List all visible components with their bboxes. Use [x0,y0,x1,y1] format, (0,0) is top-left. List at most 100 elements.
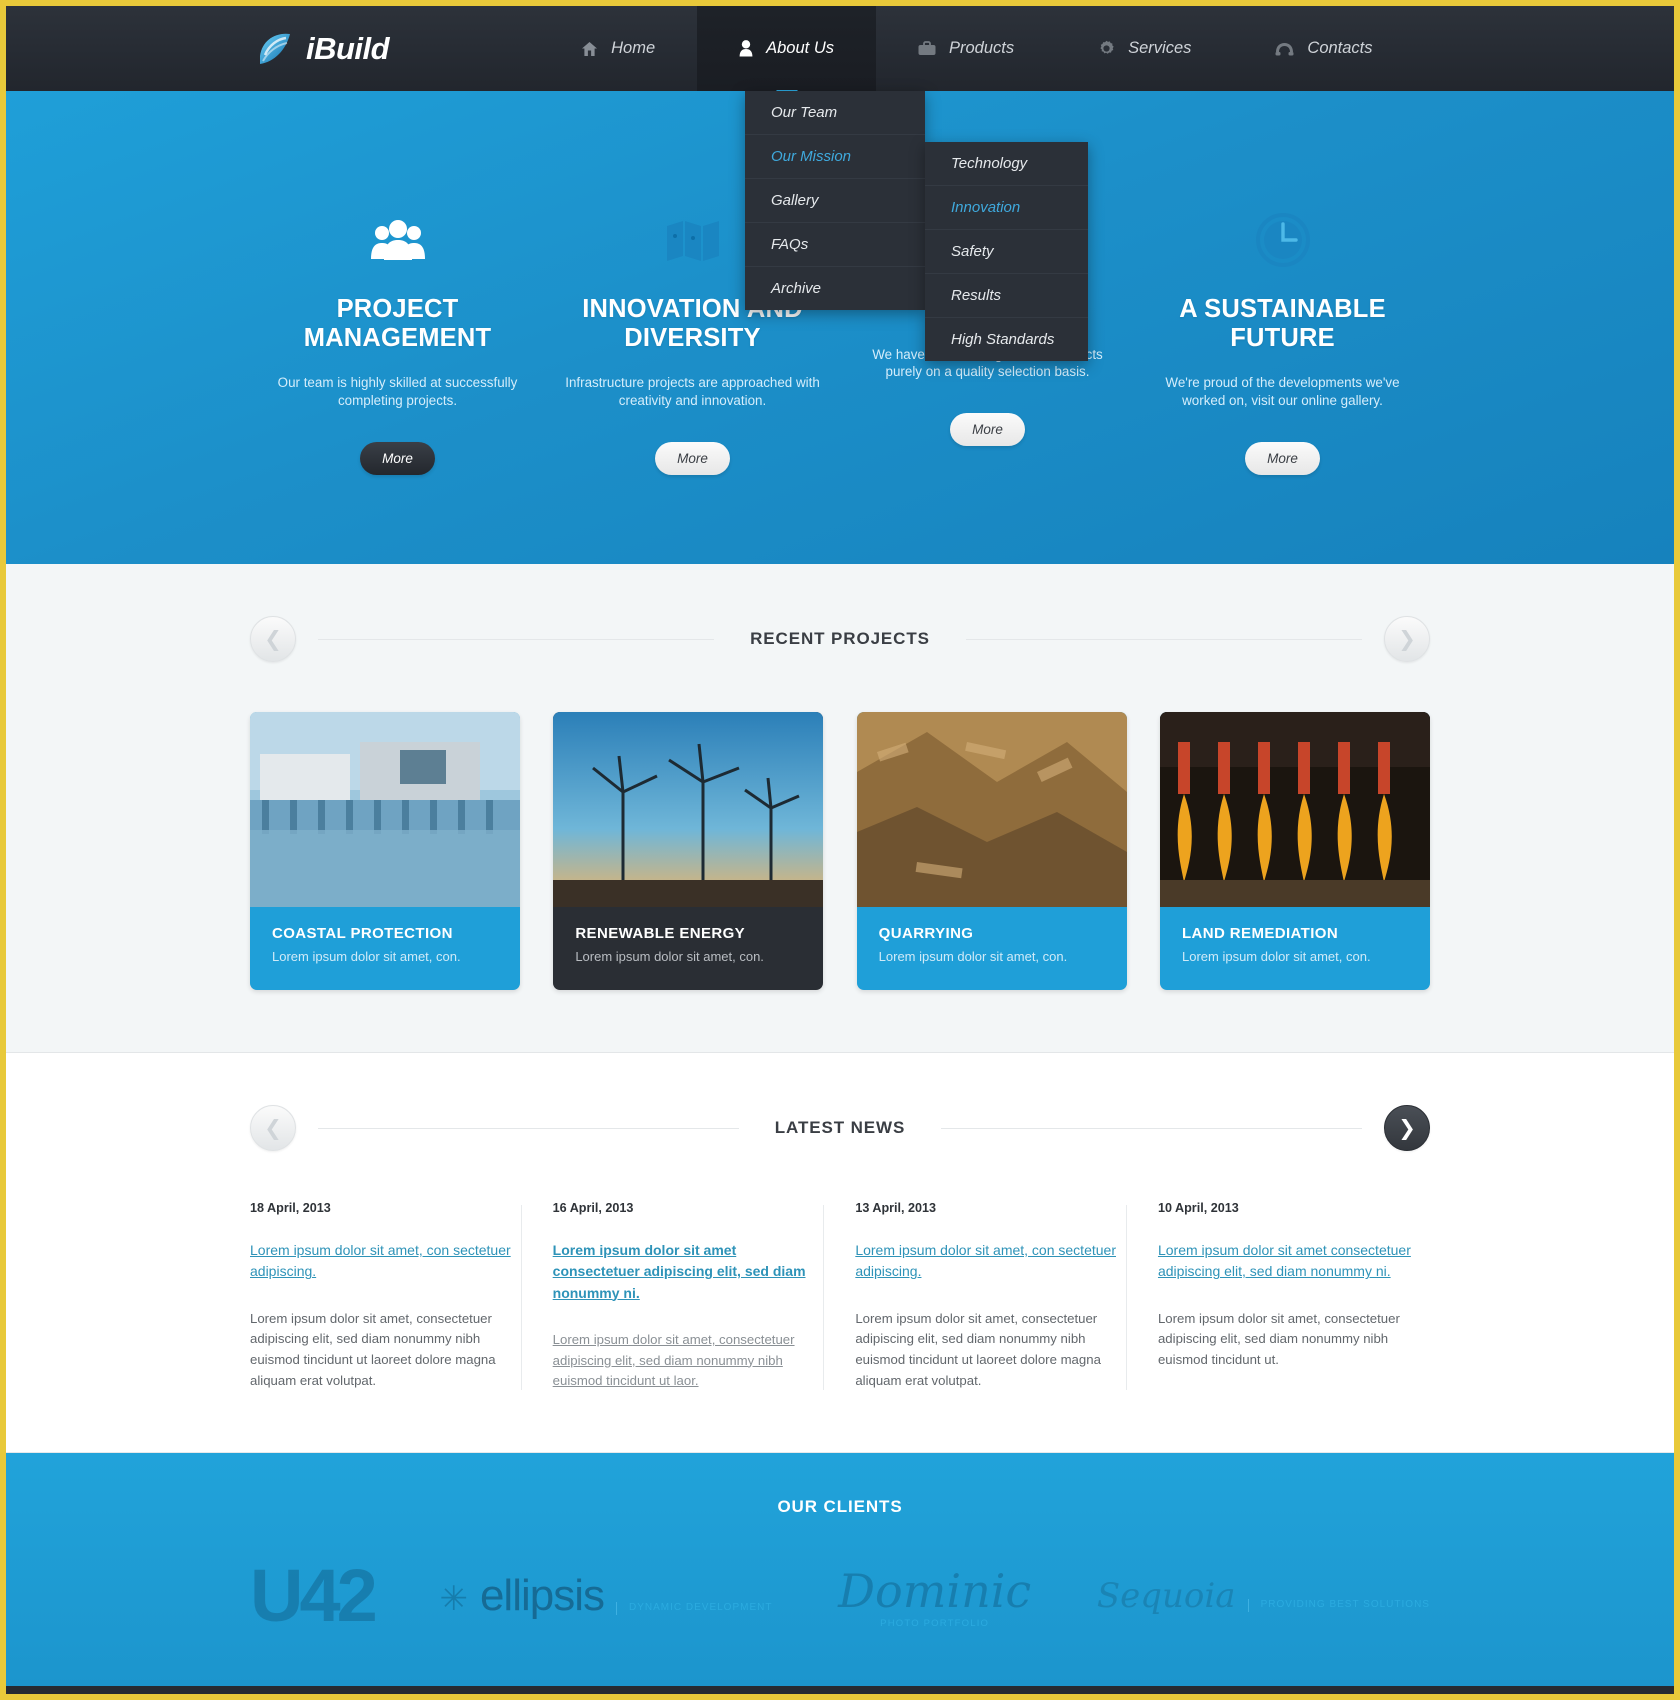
news-headline-link[interactable]: Lorem ipsum dolor sit amet consectetuer … [553,1240,825,1304]
client-name: Dominic [838,1563,1032,1618]
project-thumbnail [250,712,520,907]
news-item: 18 April, 2013 Lorem ipsum dolor sit ame… [250,1201,522,1392]
client-logo-ellipsis[interactable]: ✳ ellipsis DYNAMIC DEVELOPMENT [439,1571,772,1621]
page-title: LATEST NEWS [774,1118,906,1137]
dropdown-item-faqs[interactable]: FAQs [745,223,925,267]
phone-icon [1275,42,1294,56]
hero-description: We're proud of the developments we've wo… [1165,375,1400,408]
more-button[interactable]: More [360,441,435,475]
page-title: RECENT PROJECTS [750,629,930,648]
site-header: iBuild Home About Us Products Services C… [6,6,1674,101]
submenu-item-safety[interactable]: Safety [925,230,1088,274]
dropdown-item-our-team[interactable]: Our Team [745,91,925,135]
dropdown-item-gallery[interactable]: Gallery [745,179,925,223]
more-button[interactable]: More [1245,441,1320,475]
hero-title: PROJECT MANAGEMENT [303,295,492,352]
project-thumbnail [1159,712,1430,907]
news-body: Lorem ipsum dolor sit amet, consectetuer… [855,1310,1101,1388]
submenu-item-technology[interactable]: Technology [925,142,1088,186]
page-root: iBuild Home About Us Products Services C… [0,0,1680,1700]
chevron-right-icon[interactable]: ❯ [1384,616,1430,662]
client-logos: U42 ✳ ellipsis DYNAMIC DEVELOPMENT Domin… [240,1553,1440,1637]
latest-news-section: ❮ LATEST NEWS ❯ 18 April, 2013 Lorem ips… [6,1053,1674,1453]
our-clients-section: OUR CLIENTS U42 ✳ ellipsis DYNAMIC DEVEL… [6,1452,1674,1686]
projects-cards: COASTAL PROTECTION Lorem ipsum dolor sit… [250,712,1430,990]
hero-description: Our team is highly skilled at successful… [277,375,518,408]
more-button[interactable]: More [950,413,1025,447]
news-headline-link[interactable]: Lorem ipsum dolor sit amet, con sectetue… [250,1240,522,1283]
logo-text: iBuild [306,30,390,66]
site-footer: www.heritagechristiancollege.com iBuild … [6,1685,1674,1694]
hero-title: A SUSTAINABLE FUTURE [1179,295,1386,352]
project-title: COASTAL PROTECTION [272,925,453,942]
project-subtitle: Lorem ipsum dolor sit amet, con. [1181,949,1371,964]
section-title: OUR CLIENTS [777,1496,903,1516]
chevron-left-icon[interactable]: ❮ [250,1105,296,1151]
submenu-item-innovation[interactable]: Innovation [925,186,1088,230]
nav-item-contacts[interactable]: Contacts [1233,6,1414,91]
news-body: Lorem ipsum dolor sit amet, consectetuer… [250,1310,496,1388]
client-tagline: PROVIDING BEST SOLUTIONS [1247,1599,1430,1612]
client-logo-sequoia[interactable]: Sequoia PROVIDING BEST SOLUTIONS [1097,1576,1430,1616]
nav-label: Contacts [1307,39,1373,57]
user-icon [739,40,753,57]
hero-column-project-management: PROJECT MANAGEMENT Our team is highly sk… [250,211,545,475]
about-us-dropdown: Our Team Our Mission Gallery FAQs Archiv… [745,91,925,310]
dropdown-item-archive[interactable]: Archive [745,267,925,310]
client-logo-u42[interactable]: U42 [250,1553,378,1637]
project-subtitle: Lorem ipsum dolor sit amet, con. [575,949,764,964]
project-card-renewable-energy[interactable]: RENEWABLE ENERGY Lorem ipsum dolor sit a… [553,712,824,990]
divider [965,638,1362,640]
project-card-land-remediation[interactable]: LAND REMEDIATION Lorem ipsum dolor sit a… [1159,712,1430,990]
project-subtitle: Lorem ipsum dolor sit amet, con. [272,949,461,964]
news-item: 10 April, 2013 Lorem ipsum dolor sit ame… [1125,1201,1430,1392]
hero-column-sustainable-future: A SUSTAINABLE FUTURE We're proud of the … [1135,211,1430,475]
swoosh-logo-icon [256,30,294,68]
project-title: LAND REMEDIATION [1181,925,1339,942]
client-tagline: DYNAMIC DEVELOPMENT [616,1602,772,1615]
project-subtitle: Lorem ipsum dolor sit amet, con. [878,949,1068,964]
client-tagline: PHOTO PORTFOLIO [880,1617,990,1629]
news-item: 13 April, 2013 Lorem ipsum dolor sit ame… [823,1201,1127,1392]
project-title: QUARRYING [878,925,974,942]
client-logo-dominic[interactable]: Dominic PHOTO PORTFOLIO [838,1564,1031,1629]
divider [941,1127,1363,1129]
projects-header: ❮ RECENT PROJECTS ❯ [250,616,1430,662]
client-name: U42 [250,1553,378,1637]
hero-description: Infrastructure projects are approached w… [565,375,820,408]
nav-item-about-us[interactable]: About Us [697,6,876,101]
chevron-left-icon[interactable]: ❮ [250,616,296,662]
recent-projects-section: ❮ RECENT PROJECTS ❯ COASTAL PROTECTION L… [6,564,1674,1053]
project-thumbnail [553,712,824,907]
project-card-coastal-protection[interactable]: COASTAL PROTECTION Lorem ipsum dolor sit… [250,712,520,990]
more-button[interactable]: More [655,441,730,475]
news-date: 16 April, 2013 [552,1201,634,1215]
news-body: Lorem ipsum dolor sit amet, consectetuer… [1157,1310,1400,1367]
submenu-item-high-standards[interactable]: High Standards [925,318,1088,361]
news-date: 13 April, 2013 [855,1201,937,1215]
dropdown-item-our-mission[interactable]: Our Mission [745,135,925,179]
news-body[interactable]: Lorem ipsum dolor sit amet, consectetuer… [553,1330,825,1392]
nav-label: Services [1128,39,1192,57]
project-title: RENEWABLE ENERGY [575,925,746,942]
nav-item-products[interactable]: Products [876,6,1056,91]
people-group-icon [268,211,527,269]
nav-item-services[interactable]: Services [1056,6,1233,91]
project-card-quarrying[interactable]: QUARRYING Lorem ipsum dolor sit amet, co… [856,712,1127,990]
news-list: 18 April, 2013 Lorem ipsum dolor sit ame… [250,1201,1430,1392]
news-date: 10 April, 2013 [1157,1201,1239,1215]
news-headline-link[interactable]: Lorem ipsum dolor sit amet, con sectetue… [855,1240,1127,1283]
logo[interactable]: iBuild [256,30,390,68]
main-nav: Home About Us Products Services Contacts [539,6,1414,101]
clock-icon [1153,211,1412,269]
chevron-right-icon[interactable]: ❯ [1384,1105,1431,1151]
nav-label: Home [611,39,656,57]
client-name: ellipsis [479,1571,605,1621]
news-header: ❮ LATEST NEWS ❯ [250,1105,1431,1151]
briefcase-icon [918,41,936,56]
divider [318,638,715,640]
nav-item-home[interactable]: Home [539,6,697,91]
news-headline-link[interactable]: Lorem ipsum dolor sit amet consectetuer … [1158,1240,1430,1283]
submenu-item-results[interactable]: Results [925,274,1088,318]
home-icon [581,41,598,57]
